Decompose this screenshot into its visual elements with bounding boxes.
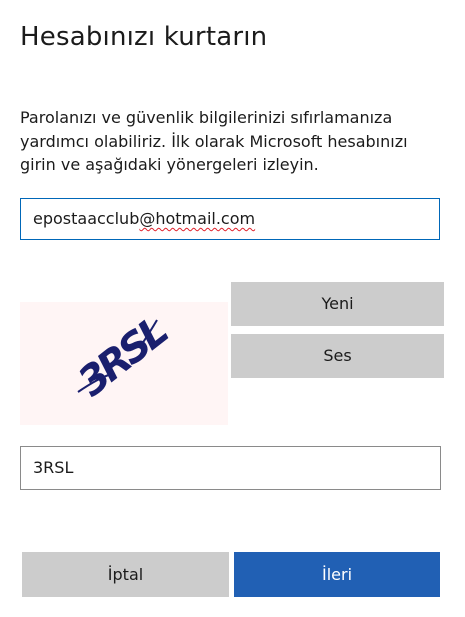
captcha-text: 3RSL [70, 309, 176, 406]
captcha-input[interactable]: 3RSL [20, 446, 441, 490]
page-title: Hesabınızı kurtarın [20, 22, 268, 52]
email-input-value-prefix: epostaacclub [33, 209, 140, 228]
email-input-value-suffix: @hotmail.com [139, 209, 256, 228]
new-captcha-button[interactable]: Yeni [231, 282, 444, 326]
captcha-graphic: 3RSL [70, 309, 176, 406]
captcha-image: 3RSL [20, 302, 228, 425]
next-button[interactable]: İleri [234, 552, 440, 597]
audio-captcha-button[interactable]: Ses [231, 334, 444, 378]
page-description: Parolanızı ve güvenlik bilgilerinizi sıf… [20, 108, 408, 174]
email-input[interactable]: epostaacclub@hotmail.com [20, 198, 440, 240]
cancel-button[interactable]: İptal [22, 552, 229, 597]
